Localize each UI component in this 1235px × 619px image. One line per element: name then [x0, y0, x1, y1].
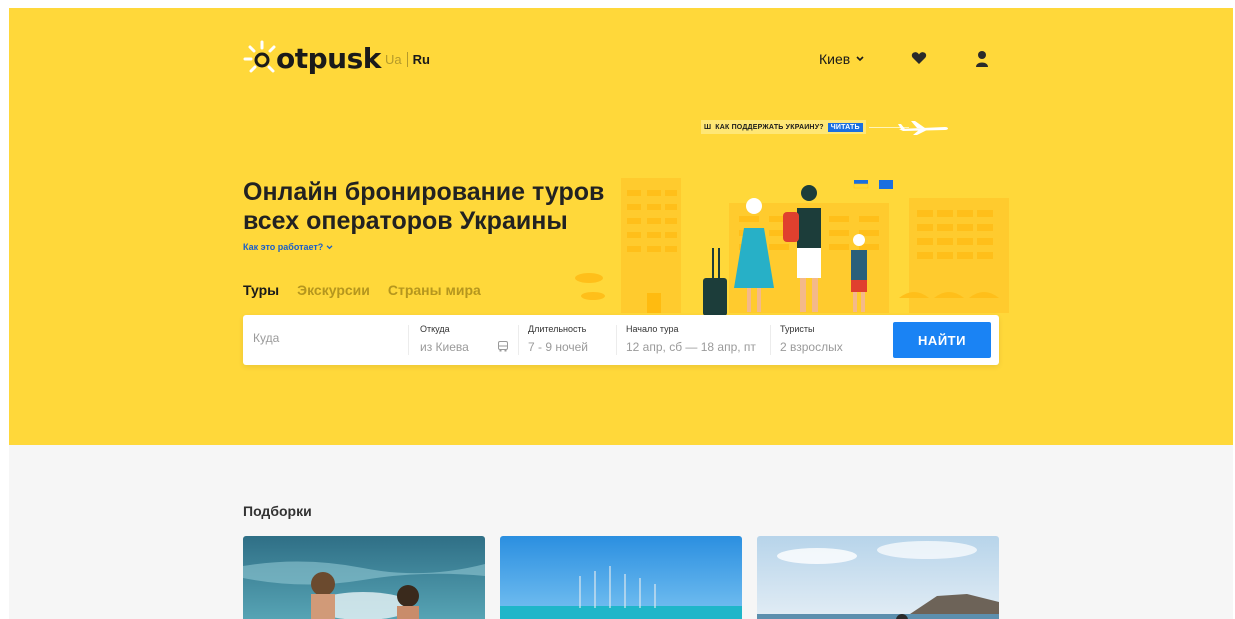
departure-field[interactable]: Откуда из Киева	[420, 315, 515, 365]
travel-illustration	[575, 178, 1009, 316]
title-line-1: Онлайн бронирование туров	[243, 178, 605, 206]
language-switcher: Ua Ru	[380, 52, 435, 67]
lang-ua[interactable]: Ua	[380, 52, 408, 67]
logo-text: otpusk	[276, 41, 381, 75]
trident-icon: Ш	[704, 123, 712, 131]
divider	[408, 325, 409, 355]
page-title: Онлайн бронирование туров всех операторо…	[243, 178, 623, 236]
find-button[interactable]: НАЙТИ	[893, 322, 991, 358]
departure-value: из Киева	[420, 340, 469, 354]
selections-title: Подборки	[243, 503, 312, 519]
duration-field[interactable]: Длительность 7 - 9 ночей	[528, 315, 618, 365]
divider	[616, 325, 617, 355]
sun-logo-icon	[243, 40, 276, 73]
duration-value: 7 - 9 ночей	[528, 340, 589, 354]
destination-field[interactable]	[253, 315, 413, 365]
hero-section: otpusk Ua Ru Киев Ш КАК ПОДДЕРЖАТЬ УКРАИ…	[9, 8, 1233, 445]
page: otpusk Ua Ru Киев Ш КАК ПОДДЕРЖАТЬ УКРАИ…	[9, 8, 1233, 619]
tour-search-form: Откуда из Киева Длительность 7 - 9 ночей…	[243, 315, 999, 365]
city-selector[interactable]: Киев	[819, 51, 864, 67]
city-label: Киев	[819, 51, 851, 67]
lang-ru[interactable]: Ru	[408, 52, 435, 67]
beach-photo	[243, 536, 485, 619]
banner-read-button[interactable]: ЧИТАТЬ	[827, 122, 863, 132]
user-icon[interactable]	[975, 50, 989, 68]
tourists-value: 2 взрослых	[780, 340, 843, 354]
start-date-field[interactable]: Начало тура 12 апр, сб — 18 апр, пт	[626, 315, 771, 365]
tab-excursions[interactable]: Экскурсии	[297, 282, 370, 298]
coast-photo	[757, 536, 999, 619]
search-tabs: Туры Экскурсии Страны мира	[243, 282, 481, 298]
duration-label: Длительность	[528, 324, 587, 334]
tab-tours[interactable]: Туры	[243, 282, 279, 298]
destination-input[interactable]	[253, 331, 403, 345]
how-it-works-label: Как это работает?	[243, 242, 324, 252]
divider	[770, 325, 771, 355]
tab-countries[interactable]: Страны мира	[388, 282, 481, 298]
start-date-value: 12 апр, сб — 18 апр, пт	[626, 340, 756, 354]
selection-card-1[interactable]	[243, 536, 485, 619]
support-ukraine-banner[interactable]: Ш КАК ПОДДЕРЖАТЬ УКРАИНУ? ЧИТАТЬ	[701, 120, 866, 134]
selection-card-3[interactable]	[757, 536, 999, 619]
how-it-works-link[interactable]: Как это работает?	[243, 242, 333, 252]
start-date-label: Начало тура	[626, 324, 679, 334]
departure-label: Откуда	[420, 324, 450, 334]
divider	[518, 325, 519, 355]
chevron-down-icon	[856, 56, 864, 62]
tourists-field[interactable]: Туристы 2 взрослых	[780, 315, 880, 365]
title-line-2: всех операторов Украины	[243, 207, 568, 235]
banner-text: КАК ПОДДЕРЖАТЬ УКРАИНУ?	[715, 123, 824, 131]
sea-photo	[500, 536, 742, 619]
tourists-label: Туристы	[780, 324, 815, 334]
heart-icon[interactable]	[911, 50, 927, 66]
airplane-icon	[898, 121, 948, 135]
selection-card-2[interactable]	[500, 536, 742, 619]
bus-icon[interactable]	[498, 341, 508, 352]
logo[interactable]: otpusk	[242, 38, 381, 78]
chevron-down-icon	[326, 245, 333, 250]
